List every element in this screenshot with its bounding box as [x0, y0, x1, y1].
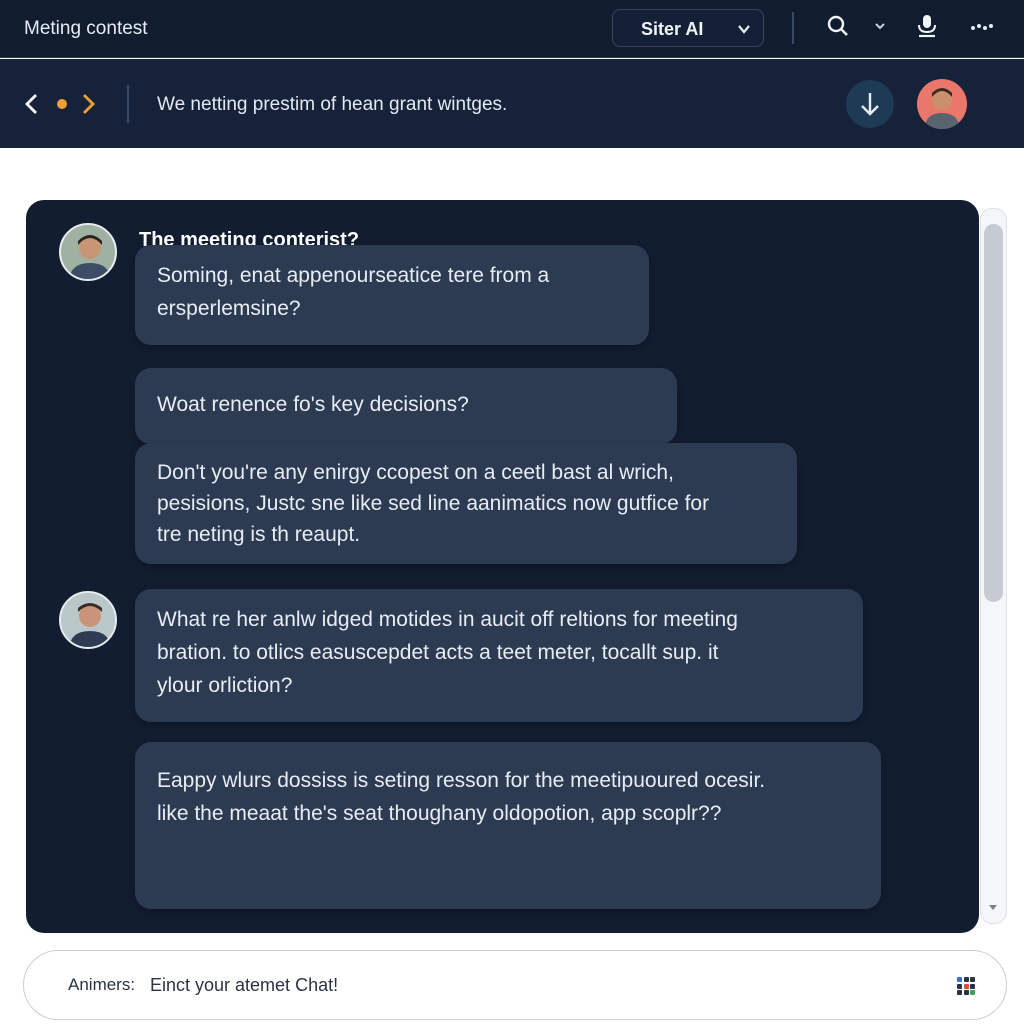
avatar[interactable]: [59, 223, 117, 281]
top-bar: Meting contest Siter AI: [0, 0, 1024, 58]
app-title: Meting contest: [24, 18, 148, 39]
search-icon[interactable]: [826, 14, 850, 38]
dropdown-caret-icon[interactable]: [874, 20, 886, 32]
message-bubble: Eappy wlurs dossiss is seting resson for…: [135, 742, 881, 909]
microphone-icon[interactable]: [916, 14, 938, 38]
chat-input[interactable]: [150, 966, 910, 1004]
user-avatar[interactable]: [917, 79, 967, 129]
chevron-down-icon: [738, 25, 750, 34]
conversation-header: We netting prestim of hean grant wintges…: [0, 59, 1024, 148]
message-bubble: Soming, enat appenourseatice tere from a…: [135, 245, 649, 345]
message-bubble: What re her anlw idged motides in aucit …: [135, 589, 863, 722]
composer-label: Animers:: [68, 975, 136, 994]
toolbar-divider: [792, 12, 794, 44]
status-dot-icon: [57, 99, 67, 109]
more-icon[interactable]: [970, 22, 994, 34]
download-icon: [861, 93, 879, 116]
header-divider: [127, 85, 129, 123]
apps-grid-icon[interactable]: [956, 976, 976, 996]
download-button[interactable]: [846, 80, 894, 128]
conversation-subtitle: We netting prestim of hean grant wintges…: [157, 94, 508, 115]
back-icon[interactable]: [24, 93, 40, 115]
person-avatar-icon: [925, 88, 959, 129]
model-select-label: Siter AI: [641, 19, 704, 39]
scrollbar-thumb[interactable]: [984, 224, 1003, 602]
message-bubble: Don't you're any enirgy ccopest on a cee…: [135, 443, 797, 564]
message-bubble: Woat renence fo's key decisions?: [135, 368, 677, 444]
forward-icon[interactable]: [80, 93, 96, 115]
model-select[interactable]: Siter AI: [612, 9, 764, 47]
avatar[interactable]: [59, 591, 117, 649]
scroll-down-icon[interactable]: [988, 904, 998, 912]
